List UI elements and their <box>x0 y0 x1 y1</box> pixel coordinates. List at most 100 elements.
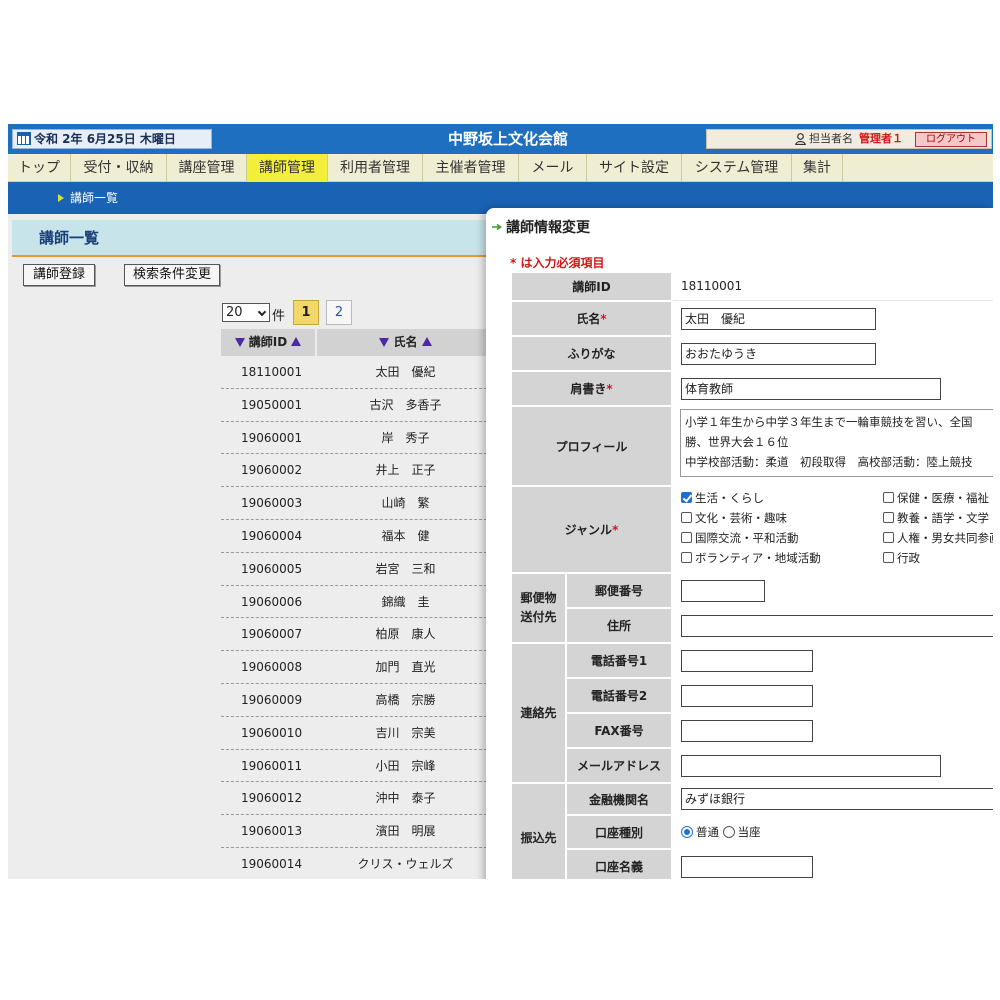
instructor-name-cell[interactable]: 沖中 泰子 <box>319 782 492 814</box>
register-instructor-button[interactable]: 講師登録 <box>23 264 95 286</box>
instructor-name-cell[interactable]: クリス・ウェルズ <box>319 848 492 879</box>
genre-checkbox[interactable]: 文化・芸術・趣味 <box>681 510 787 526</box>
checkbox-icon[interactable] <box>681 552 692 563</box>
menu-item-system[interactable]: システム管理 <box>682 154 792 182</box>
sort-desc-icon[interactable] <box>379 338 390 347</box>
email-input[interactable] <box>681 755 941 777</box>
label-phone2: 電話番号2 <box>566 678 672 713</box>
instructor-name-cell[interactable]: 柏原 康人 <box>319 618 492 650</box>
table-row[interactable]: 19060007 柏原 康人 <box>221 618 492 652</box>
radio-account-current[interactable]: 当座 <box>722 825 761 839</box>
user-name: 管理者１ <box>859 132 903 145</box>
checkbox-icon[interactable] <box>681 512 692 523</box>
triangle-right-icon <box>58 194 64 202</box>
logout-button[interactable]: ログアウト <box>915 132 987 147</box>
instructor-name-cell[interactable]: 太田 優紀 <box>319 356 492 388</box>
checkbox-checked-icon[interactable] <box>681 492 692 503</box>
group-bank: 振込先 <box>511 783 566 879</box>
breadcrumb[interactable]: 講師一覧 <box>70 182 118 214</box>
table-row[interactable]: 19060014 クリス・ウェルズ <box>221 848 492 879</box>
menu-item-top[interactable]: トップ <box>8 154 71 182</box>
instructor-name-cell[interactable]: 岩宮 三和 <box>319 553 492 585</box>
table-row[interactable]: 19060002 井上 正子 <box>221 454 492 488</box>
genre-checkbox[interactable]: 生活・くらし <box>681 490 764 506</box>
profile-textarea[interactable]: 小学１年生から中学３年生まで一輪車競技を習い、全国 勝、世界大会１６位 中学校部… <box>680 409 993 477</box>
chevron-down-icon <box>257 307 267 317</box>
sort-asc-icon[interactable] <box>291 337 302 346</box>
table-row[interactable]: 19060010 吉川 宗美 <box>221 717 492 750</box>
instructor-name-cell[interactable]: 岸 秀子 <box>319 422 492 454</box>
address-input[interactable] <box>681 615 993 637</box>
menu-item-instructors[interactable]: 講師管理 <box>247 154 328 182</box>
menu-item-organizers[interactable]: 主催者管理 <box>423 154 519 182</box>
required-note: * は入力必須項目 <box>510 256 605 270</box>
table-row[interactable]: 19060001 岸 秀子 <box>221 422 492 455</box>
genre-checkbox[interactable]: 国際交流・平和活動 <box>681 530 799 546</box>
instructor-name-cell[interactable]: 錦織 圭 <box>319 586 492 618</box>
checkbox-icon[interactable] <box>883 512 894 523</box>
menu-item-users[interactable]: 利用者管理 <box>328 154 423 182</box>
table-row[interactable]: 19060009 高橋 宗勝 <box>221 684 492 717</box>
instructor-name-cell[interactable]: 加門 直光 <box>319 651 492 683</box>
user-label: 担当者名 <box>809 132 853 145</box>
menu-item-stats[interactable]: 集計 <box>792 154 843 182</box>
column-header-name: 氏名 <box>319 329 492 356</box>
table-row[interactable]: 19060008 加門 直光 <box>221 651 492 684</box>
name-input[interactable]: 太田 優紀 <box>681 308 876 330</box>
table-row[interactable]: 19060006 錦織 圭 <box>221 586 492 619</box>
furigana-input[interactable]: おおたゆうき <box>681 343 876 365</box>
table-row[interactable]: 19060004 福本 健 <box>221 520 492 553</box>
genre-checkbox[interactable]: 行政 <box>883 550 920 566</box>
change-search-button[interactable]: 検索条件変更 <box>124 264 220 286</box>
radio-icon[interactable] <box>722 826 735 838</box>
table-row[interactable]: 19060005 岩宮 三和 <box>221 553 492 586</box>
phone1-input[interactable] <box>681 650 813 672</box>
instructor-id-cell: 19060001 <box>241 430 303 445</box>
genre-checkbox[interactable]: 保健・医療・福祉 <box>883 490 989 506</box>
checkbox-icon[interactable] <box>883 532 894 543</box>
genre-checkbox[interactable]: ボランティア・地域活動 <box>681 550 821 566</box>
radio-label: 普通 <box>696 825 719 839</box>
table-row[interactable]: 19050001 古沢 多香子 <box>221 389 492 422</box>
table-row[interactable]: 19060011 小田 宗峰 <box>221 750 492 783</box>
genre-checkbox[interactable]: 人権・男女共同参画 <box>883 530 993 546</box>
list-header: 講師一覧 <box>12 220 492 257</box>
checkbox-icon[interactable] <box>883 552 894 563</box>
table-row[interactable]: 19060003 山崎 繁 <box>221 487 492 520</box>
label-title: 肩書き * <box>511 371 672 406</box>
menu-item-courses[interactable]: 講座管理 <box>167 154 247 182</box>
genre-label: 国際交流・平和活動 <box>695 531 799 545</box>
radio-account-ordinary[interactable]: 普通 <box>681 825 719 839</box>
sort-asc-icon[interactable] <box>421 337 432 346</box>
table-row[interactable]: 19060013 濱田 明展 <box>221 815 492 848</box>
instructor-name-cell[interactable]: 山崎 繁 <box>319 487 492 519</box>
genre-label: ボランティア・地域活動 <box>695 551 821 565</box>
table-row[interactable]: 18110001 太田 優紀 <box>221 356 492 389</box>
page-button-1[interactable]: 1 <box>293 300 319 325</box>
page-button-2[interactable]: 2 <box>326 300 352 325</box>
radio-selected-icon[interactable] <box>681 826 693 838</box>
instructor-name-cell[interactable]: 高橋 宗勝 <box>319 684 492 716</box>
fax-input[interactable] <box>681 720 813 742</box>
instructor-name-cell[interactable]: 吉川 宗美 <box>319 717 492 749</box>
instructor-name-cell[interactable]: 小田 宗峰 <box>319 750 492 782</box>
checkbox-icon[interactable] <box>883 492 894 503</box>
genre-checkbox[interactable]: 教養・語学・文学 <box>883 510 989 526</box>
checkbox-icon[interactable] <box>681 532 692 543</box>
account-name-input[interactable] <box>681 856 813 878</box>
bank-name-input[interactable]: みずほ銀行 <box>681 788 993 810</box>
table-row[interactable]: 19060012 沖中 泰子 <box>221 782 492 816</box>
instructor-name-cell[interactable]: 濱田 明展 <box>319 815 492 847</box>
menu-item-reception[interactable]: 受付・収納 <box>71 154 167 182</box>
menu-item-mail[interactable]: メール <box>519 154 587 182</box>
sort-desc-icon[interactable] <box>234 338 245 347</box>
instructor-name-cell[interactable]: 福本 健 <box>319 520 492 552</box>
postal-input[interactable] <box>681 580 765 602</box>
page-size-select[interactable]: 20 <box>222 303 270 322</box>
phone2-input[interactable] <box>681 685 813 707</box>
label-phone1: 電話番号1 <box>566 643 672 678</box>
title-input[interactable]: 体育教師 <box>681 378 941 400</box>
instructor-name-cell[interactable]: 井上 正子 <box>319 454 492 486</box>
instructor-name-cell[interactable]: 古沢 多香子 <box>319 389 492 421</box>
menu-item-site-settings[interactable]: サイト設定 <box>587 154 682 182</box>
